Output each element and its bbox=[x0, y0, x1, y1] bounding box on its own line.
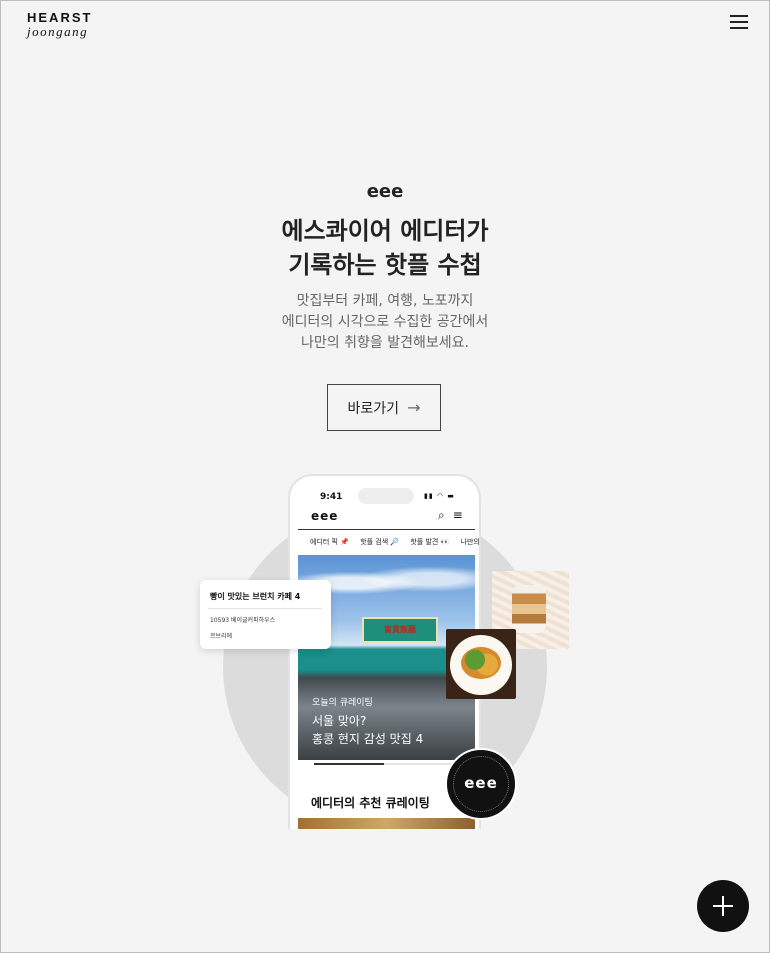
eee-badge: eee bbox=[445, 748, 517, 820]
phone-nav: 에디터 픽 📌 핫플 검색 🔎 핫플 발견 👀 나만의 bbox=[310, 537, 481, 547]
hero-caption-line2: 홍콩 현지 감성 맛집 4 bbox=[312, 732, 424, 746]
hero-caption-line1: 서울 맞아? bbox=[312, 714, 367, 728]
card-item: 르브리에 bbox=[210, 633, 233, 640]
brand-title: eee bbox=[366, 181, 404, 202]
card-divider bbox=[208, 608, 322, 609]
section-title: 에디터의 추천 큐레이팅 bbox=[311, 796, 430, 810]
brunch-plate-photo bbox=[446, 629, 516, 699]
desc-line2: 에디터의 시각으로 수집한 공간에서 bbox=[281, 314, 489, 330]
headline-line2: 기록하는 핫플 수첩 bbox=[288, 251, 482, 279]
badge-text: eee bbox=[464, 774, 498, 792]
hero-caption-small: 오늘의 큐레이팅 bbox=[312, 698, 373, 708]
plus-icon[interactable] bbox=[697, 880, 749, 932]
nav-item: 핫플 발견 👀 bbox=[410, 538, 450, 546]
headline: 에스콰이어 에디터가 기록하는 핫플 수첩 bbox=[0, 214, 770, 282]
go-button-label: 바로가기 bbox=[347, 400, 400, 417]
headline-line1: 에스콰이어 에디터가 bbox=[281, 217, 489, 245]
floating-card: 빵이 맛있는 브런치 카페 4 10593 베이글커피하우스 르브리에 bbox=[200, 580, 331, 649]
hero-caption: 서울 맞아? 홍콩 현지 감성 맛집 4 bbox=[312, 712, 423, 748]
status-icons: ▮▮ ◠ ▬ bbox=[424, 492, 455, 500]
divider bbox=[298, 529, 475, 530]
go-button[interactable]: 바로가기 → bbox=[327, 384, 441, 431]
description: 맛집부터 카페, 여행, 노포까지 에디터의 시각으로 수집한 공간에서 나만의… bbox=[0, 291, 770, 354]
app-logo: eee bbox=[311, 509, 339, 523]
nav-item: 에디터 픽 📌 bbox=[310, 538, 349, 546]
logo-line1: HEARST bbox=[27, 10, 93, 25]
nav-item: 나만의 bbox=[460, 538, 480, 546]
menu-icon: ≡ bbox=[452, 508, 463, 522]
card-item: 10593 베이글커피하우스 bbox=[210, 617, 276, 624]
hongkong-sign: 富貴飯廳 bbox=[362, 617, 438, 643]
status-time: 9:41 bbox=[320, 492, 343, 502]
search-icon: ⌕ bbox=[438, 508, 445, 522]
hamburger-icon[interactable] bbox=[730, 15, 748, 31]
carousel-indicator bbox=[314, 763, 452, 765]
desc-line1: 맛집부터 카페, 여행, 노포까지 bbox=[296, 293, 474, 309]
arrow-right-icon: → bbox=[407, 398, 421, 417]
hearst-joongang-logo[interactable]: HEARST joongang bbox=[27, 11, 92, 38]
card-title: 빵이 맛있는 브런치 카페 4 bbox=[210, 592, 301, 601]
section-thumbnail bbox=[298, 818, 475, 829]
nav-item: 핫플 검색 🔎 bbox=[360, 538, 400, 546]
desc-line3: 나만의 취향을 발견해보세요. bbox=[301, 335, 469, 351]
logo-line2: joongang bbox=[27, 24, 89, 39]
dynamic-island bbox=[358, 488, 414, 504]
